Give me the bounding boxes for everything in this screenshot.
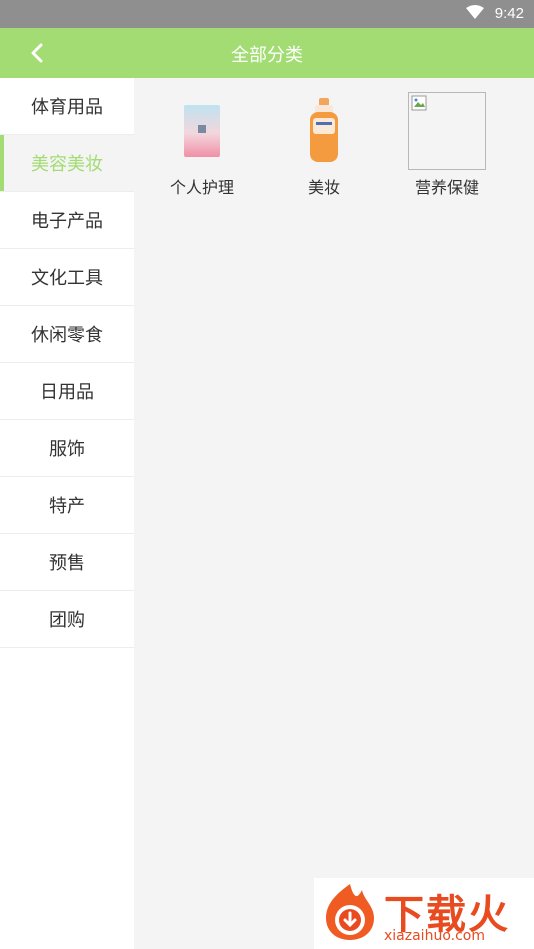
sidebar-item-presale[interactable]: 预售 — [0, 534, 134, 591]
subcategory-label: 营养保健 — [414, 178, 479, 197]
broken-image-icon — [408, 92, 486, 170]
wifi-icon — [466, 5, 484, 19]
status-bar: 9:42 — [0, 0, 534, 28]
sidebar-item-sports[interactable]: 体育用品 — [0, 78, 134, 135]
lotion-bottle-image — [310, 98, 338, 162]
status-time: 9:42 — [494, 5, 524, 22]
image-placeholder-icon — [411, 95, 427, 111]
sidebar-item-beauty[interactable]: 美容美妆 — [0, 135, 134, 192]
sidebar-item-apparel[interactable]: 服饰 — [0, 420, 134, 477]
page-title: 全部分类 — [231, 45, 303, 66]
skincare-bag-image — [184, 105, 220, 157]
sidebar-item-stationery[interactable]: 文化工具 — [0, 249, 134, 306]
subcategory-makeup[interactable]: 美妆 — [264, 92, 384, 198]
watermark-logo: 下载火 xiazaihuo.com — [314, 878, 534, 949]
subcategory-label: 个人护理 — [169, 178, 234, 197]
sidebar-item-electronics[interactable]: 电子产品 — [0, 192, 134, 249]
sidebar-item-specialties[interactable]: 特产 — [0, 477, 134, 534]
sidebar-item-group-buy[interactable]: 团购 — [0, 591, 134, 648]
subcategory-personal-care[interactable]: 个人护理 — [142, 92, 262, 198]
sidebar-item-snacks[interactable]: 休闲零食 — [0, 306, 134, 363]
subcategory-grid: 个人护理 美妆 营养保健 — [134, 78, 534, 949]
header-bar: 全部分类 — [0, 28, 534, 78]
personal-care-thumbnail — [163, 92, 241, 170]
flame-logo-icon — [326, 884, 374, 940]
subcategory-nutrition[interactable]: 营养保健 — [387, 92, 507, 198]
sidebar-item-daily-goods[interactable]: 日用品 — [0, 363, 134, 420]
category-sidebar: 体育用品 美容美妆 电子产品 文化工具 休闲零食 日用品 服饰 特产 预售 团购 — [0, 78, 134, 949]
makeup-thumbnail — [285, 92, 363, 170]
watermark-site: xiazaihuo.com — [384, 928, 485, 944]
nutrition-thumbnail — [408, 92, 486, 170]
subcategory-label: 美妆 — [307, 178, 340, 197]
